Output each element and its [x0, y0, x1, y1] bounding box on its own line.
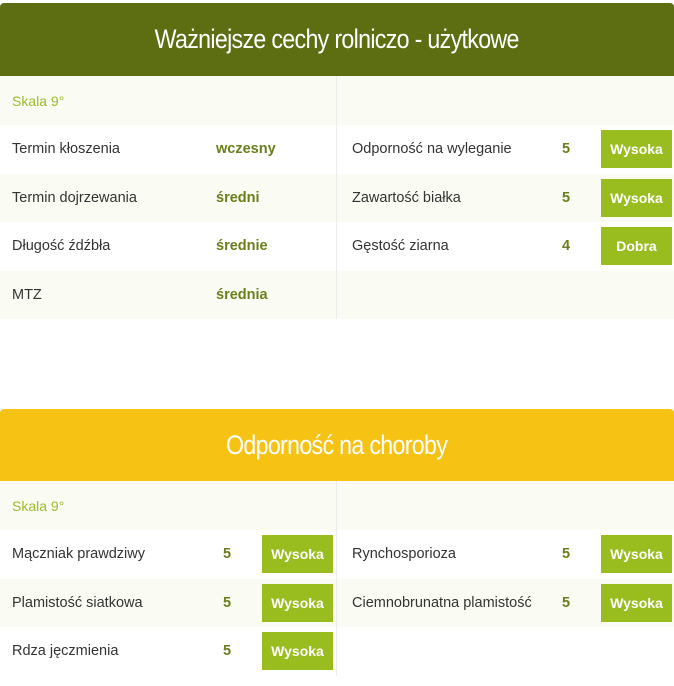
disease-name: Rdza jęczmienia: [12, 643, 119, 660]
disease-name: Plamistość siatkowa: [12, 594, 143, 611]
trait-row: Zawartość białka 5 Wysoka: [337, 173, 674, 222]
trait-name: MTZ: [12, 286, 42, 303]
traits-grid: Skala 9° Termin kłoszenia wczesny Termin…: [0, 76, 674, 319]
traits-scale-row: Skala 9°: [0, 76, 336, 125]
trait-name: Odporność na wyleganie: [352, 141, 512, 158]
trait-name: Termin dojrzewania: [12, 189, 137, 206]
traits-scale-label: Skala 9°: [12, 92, 65, 109]
disease-title: Odporność na choroby: [226, 429, 448, 460]
disease-scale-row-empty: [337, 481, 674, 530]
trait-value: średnie: [216, 238, 268, 255]
trait-name: Gęstość ziarna: [352, 238, 449, 255]
disease-grid: Skala 9° Mączniak prawdziwy 5 Wysoka Pla…: [0, 481, 674, 676]
disease-header: Odporność na choroby: [0, 409, 674, 481]
traits-header: Ważniejsze cechy rolniczo - użytkowe: [0, 3, 674, 76]
disease-row: Plamistość siatkowa 5 Wysoka: [0, 578, 336, 627]
disease-left-column: Skala 9° Mączniak prawdziwy 5 Wysoka Pla…: [0, 481, 337, 676]
disease-score: 5: [223, 643, 232, 660]
disease-row-empty: [337, 627, 674, 676]
traits-left-column: Skala 9° Termin kłoszenia wczesny Termin…: [0, 76, 337, 319]
disease-row: Mączniak prawdziwy 5 Wysoka: [0, 530, 336, 579]
rating-badge: Wysoka: [262, 535, 333, 573]
rating-badge: Wysoka: [262, 583, 333, 622]
disease-name: Ciemnobrunatna plamistość: [352, 594, 532, 611]
trait-score: 5: [562, 141, 571, 158]
traits-right-column: Odporność na wyleganie 5 Wysoka Zawartoś…: [337, 76, 674, 319]
disease-score: 5: [562, 546, 571, 563]
disease-name: Rynchosporioza: [352, 546, 456, 563]
disease-scale-row: Skala 9°: [0, 481, 336, 530]
disease-panel: Odporność na choroby Skala 9° Mączniak p…: [0, 409, 674, 676]
disease-right-column: Rynchosporioza 5 Wysoka Ciemnobrunatna p…: [337, 481, 674, 676]
trait-row: MTZ średnia: [0, 270, 336, 319]
trait-row: Długość źdźbła średnie: [0, 222, 336, 271]
trait-row-empty: [337, 270, 674, 319]
rating-badge: Dobra: [601, 227, 672, 265]
trait-name: Termin kłoszenia: [12, 141, 120, 158]
rating-badge: Wysoka: [601, 178, 672, 217]
trait-score: 5: [562, 189, 571, 206]
rating-badge: Wysoka: [601, 535, 672, 573]
disease-scale-label: Skala 9°: [12, 497, 65, 514]
rating-badge: Wysoka: [601, 130, 672, 168]
trait-row: Gęstość ziarna 4 Dobra: [337, 222, 674, 271]
disease-row: Ciemnobrunatna plamistość 5 Wysoka: [337, 578, 674, 627]
disease-row: Rynchosporioza 5 Wysoka: [337, 530, 674, 579]
rating-badge: Wysoka: [601, 583, 672, 622]
trait-value: wczesny: [216, 141, 276, 158]
traits-panel: Ważniejsze cechy rolniczo - użytkowe Ska…: [0, 3, 674, 319]
traits-scale-row-empty: [337, 76, 674, 125]
rating-badge: Wysoka: [262, 632, 333, 670]
trait-value: średnia: [216, 286, 268, 303]
disease-name: Mączniak prawdziwy: [12, 546, 145, 563]
disease-row: Rdza jęczmienia 5 Wysoka: [0, 627, 336, 676]
disease-score: 5: [223, 594, 232, 611]
trait-score: 4: [562, 238, 571, 255]
trait-row: Termin dojrzewania średni: [0, 173, 336, 222]
trait-name: Długość źdźbła: [12, 238, 111, 255]
trait-value: średni: [216, 189, 260, 206]
trait-row: Termin kłoszenia wczesny: [0, 125, 336, 174]
disease-score: 5: [223, 546, 232, 563]
trait-name: Zawartość białka: [352, 189, 461, 206]
traits-title: Ważniejsze cechy rolniczo - użytkowe: [154, 24, 520, 54]
trait-row: Odporność na wyleganie 5 Wysoka: [337, 125, 674, 174]
disease-score: 5: [562, 594, 571, 611]
